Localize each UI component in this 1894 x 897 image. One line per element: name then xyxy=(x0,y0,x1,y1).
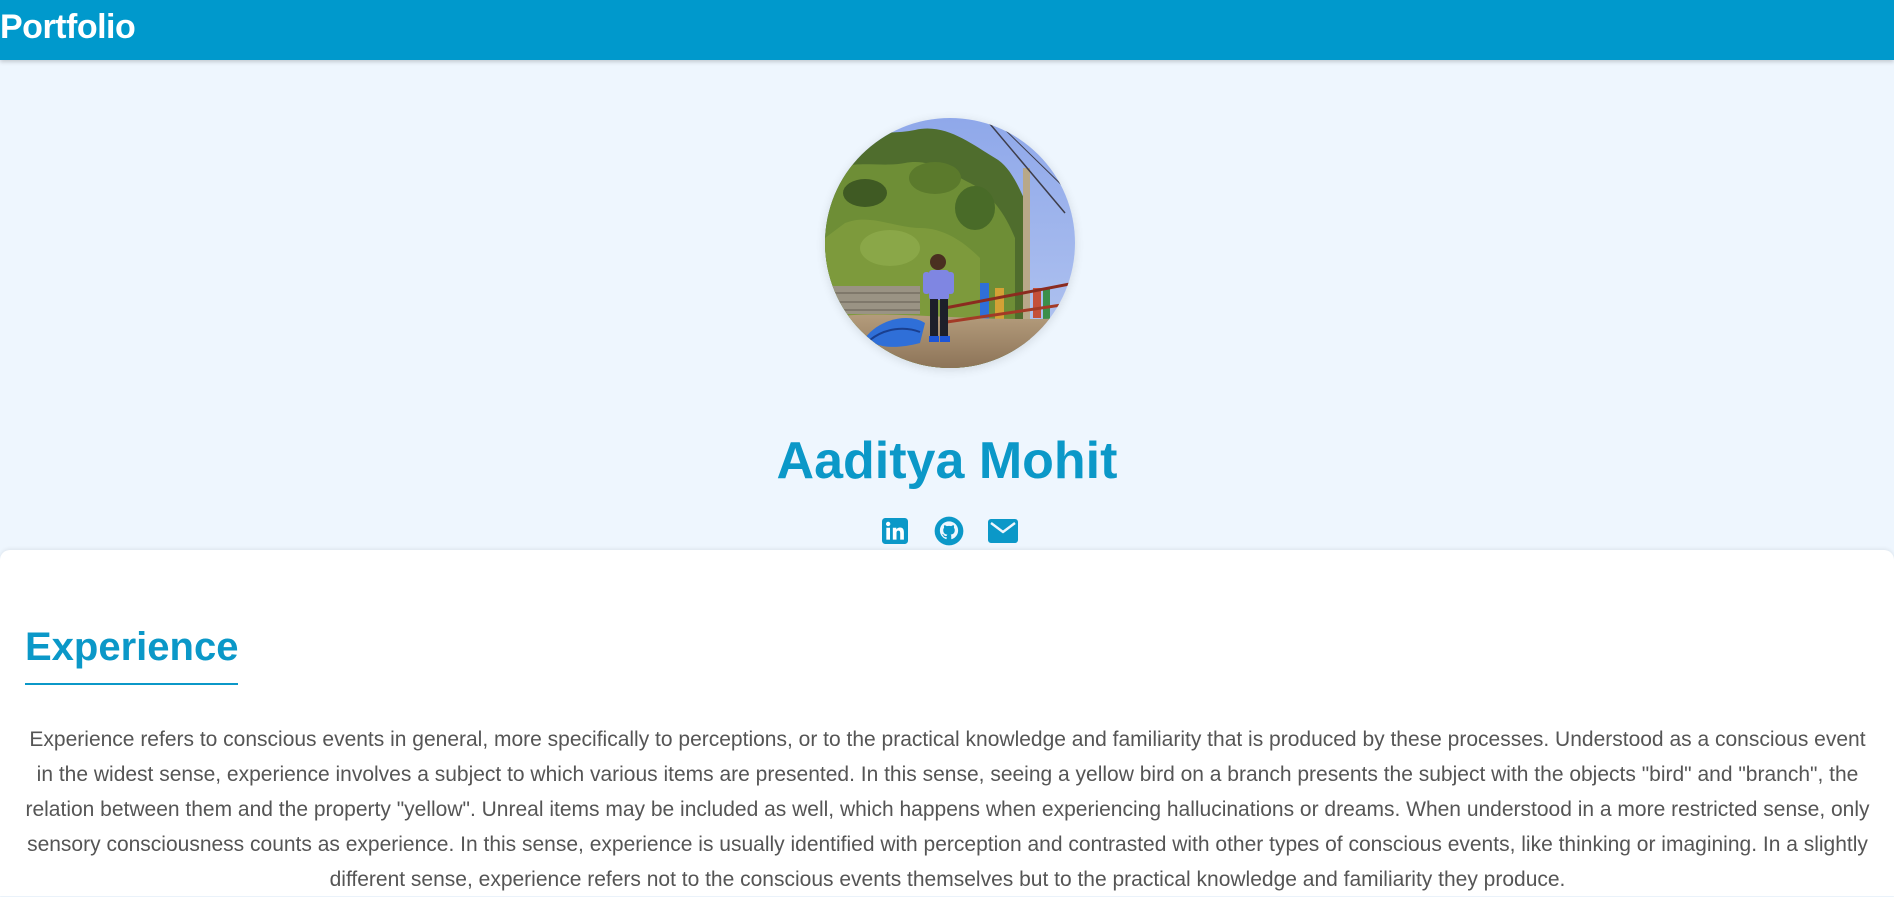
email-link[interactable] xyxy=(988,516,1018,546)
github-icon xyxy=(934,516,964,546)
envelope-icon xyxy=(988,519,1018,543)
top-navbar: Portfolio xyxy=(0,0,1894,60)
github-link[interactable] xyxy=(934,516,964,546)
experience-description: Experience refers to conscious events in… xyxy=(25,728,1870,891)
profile-hero: Aaditya Mohit xyxy=(0,60,1894,550)
experience-section: Experience Experience refers to consciou… xyxy=(0,550,1894,896)
avatar xyxy=(825,118,1075,368)
experience-heading: Experience xyxy=(25,625,239,685)
linkedin-link[interactable] xyxy=(880,516,910,546)
linkedin-icon xyxy=(882,518,908,544)
social-links xyxy=(0,516,1894,546)
profile-name: Aaditya Mohit xyxy=(776,432,1118,490)
profile-photo xyxy=(825,118,1075,368)
brand-title[interactable]: Portfolio xyxy=(0,8,136,46)
